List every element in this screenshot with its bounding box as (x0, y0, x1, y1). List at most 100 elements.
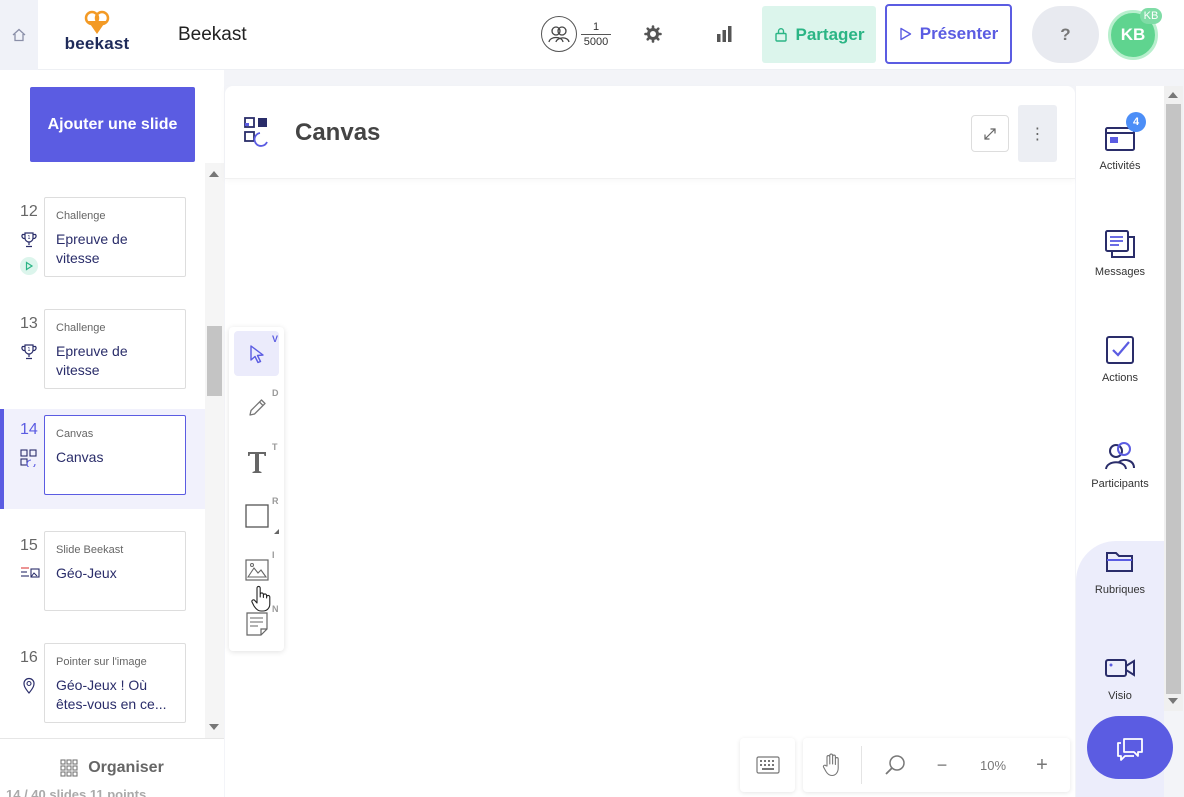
more-options-button[interactable]: ⋮ (1018, 105, 1057, 162)
slides-panel: Ajouter une slide 12 1 Challenge Epreuve… (0, 70, 224, 797)
logo-mark-icon (84, 10, 110, 34)
slide-item-15[interactable]: 15 Slide Beekast Géo-Jeux (0, 531, 205, 631)
chat-button[interactable] (1087, 716, 1173, 779)
statistics-icon[interactable] (714, 24, 734, 44)
slides-list: 12 1 Challenge Epreuve de vitesse 13 1 C… (0, 163, 205, 738)
slide-number: 15 (20, 537, 38, 554)
zoom-controls: − 10% + (803, 738, 1070, 792)
slide-item-14[interactable]: 14 Canvas Canvas (0, 409, 205, 509)
tool-shortcut: D (272, 388, 279, 398)
participants-group-icon (1105, 442, 1135, 470)
slide-number: 12 (20, 203, 38, 220)
beekast-logo[interactable]: beekast (62, 10, 132, 58)
share-button[interactable]: Partager (762, 6, 876, 63)
scroll-up-arrow-icon[interactable] (1168, 92, 1178, 98)
text-tool[interactable]: T (234, 439, 279, 484)
sidebar-item-activites[interactable]: 4 Activités (1076, 112, 1164, 172)
slide-name: Géo-Jeux ! Où êtes-vous en ce... (56, 677, 167, 712)
zoom-search-button[interactable] (875, 738, 915, 792)
slide-kind: Pointer sur l'image (56, 656, 147, 668)
slide-name: Epreuve de vitesse (56, 343, 128, 378)
slide-item-16[interactable]: 16 Pointer sur l'image Géo-Jeux ! Où ête… (0, 643, 205, 738)
slide-name: Canvas (56, 449, 104, 465)
slide-kind: Canvas (56, 428, 94, 440)
keyboard-icon (755, 756, 780, 774)
mouse-hand-cursor-icon (251, 585, 271, 612)
slide-item-13[interactable]: 13 1 Challenge Epreuve de vitesse (0, 309, 205, 409)
canvas-area[interactable]: Canvas ⋮ (225, 86, 1075, 797)
image-icon (244, 558, 269, 581)
scroll-up-arrow-icon[interactable] (209, 171, 219, 177)
home-button[interactable] (0, 0, 38, 70)
grid-icon (60, 759, 78, 777)
right-scrollbar[interactable] (1164, 86, 1183, 711)
zoom-in-button[interactable]: + (1027, 738, 1057, 792)
slide-item-12[interactable]: 12 1 Challenge Epreuve de vitesse (0, 197, 205, 297)
pencil-tool[interactable]: D (234, 385, 279, 430)
participants-counter[interactable]: 1 5000 (541, 16, 611, 52)
participants-max: 5000 (583, 35, 609, 48)
slide-number: 13 (20, 315, 38, 332)
slide-card[interactable]: Slide Beekast Géo-Jeux (44, 531, 186, 611)
fullscreen-button[interactable] (971, 115, 1009, 152)
sidebar-item-rubriques[interactable]: Rubriques (1076, 546, 1164, 596)
zoom-out-button[interactable]: − (927, 738, 957, 792)
help-button[interactable]: ? (1032, 6, 1099, 63)
pan-hand-button[interactable] (803, 738, 861, 792)
sidebar-item-visio[interactable]: Visio (1076, 652, 1164, 702)
canvas-type-icon (244, 117, 268, 147)
slide-card[interactable]: Challenge Epreuve de vitesse (44, 197, 186, 277)
magnifier-icon (885, 755, 905, 775)
scroll-thumb[interactable] (207, 326, 222, 396)
scroll-down-arrow-icon[interactable] (209, 724, 219, 730)
messages-icon (1105, 230, 1135, 258)
keyboard-shortcuts-button[interactable] (740, 738, 795, 792)
select-tool[interactable]: V (234, 331, 279, 376)
scroll-down-arrow-icon[interactable] (1168, 698, 1178, 704)
sidebar-item-actions[interactable]: Actions (1076, 334, 1164, 384)
chat-bubbles-icon (1117, 737, 1143, 761)
participants-current: 1 (581, 21, 611, 35)
top-bar: beekast Beekast 1 5000 Partager Présente… (0, 0, 1184, 70)
add-slide-button[interactable]: Ajouter une slide (30, 87, 195, 162)
slide-card[interactable]: Pointer sur l'image Géo-Jeux ! Où êtes-v… (44, 643, 186, 723)
svg-text:1: 1 (27, 347, 30, 353)
participants-icon (541, 16, 577, 52)
sidebar-label: Activités (1099, 160, 1141, 172)
tool-shortcut: V (272, 334, 279, 344)
slide-card[interactable]: Canvas Canvas (44, 415, 186, 495)
trophy-icon: 1 (21, 232, 37, 248)
settings-gear-icon[interactable] (643, 24, 663, 44)
tool-shortcut: T (272, 442, 278, 452)
share-label: Partager (795, 24, 865, 44)
sidebar-item-messages[interactable]: Messages (1076, 228, 1164, 278)
sidebar-label: Actions (1101, 372, 1139, 384)
rectangle-icon (244, 503, 269, 528)
logo-text: beekast (64, 34, 130, 53)
slide-kind: Challenge (56, 322, 106, 334)
sidebar-label: Messages (1094, 266, 1146, 278)
organise-label: Organiser (88, 759, 164, 776)
scroll-thumb[interactable] (1166, 104, 1181, 694)
sidebar-item-participants[interactable]: Participants (1076, 440, 1164, 490)
avatar-badge: KB (1140, 8, 1162, 24)
tool-shortcut: I (272, 550, 275, 560)
expand-icon (984, 127, 996, 140)
tool-shortcut: N (272, 604, 279, 614)
rectangle-tool[interactable]: R (234, 493, 279, 538)
hand-icon (822, 753, 839, 777)
video-camera-icon (1105, 659, 1135, 677)
note-icon (245, 611, 268, 636)
slide-number: 14 (20, 421, 38, 438)
play-icon (900, 27, 911, 41)
checkbox-icon (1106, 336, 1134, 364)
text-t-icon (247, 451, 266, 473)
folder-icon (1106, 552, 1133, 572)
activities-badge: 4 (1126, 112, 1146, 132)
slides-footer: 14 / 40 slides 11 points (6, 787, 147, 797)
slide-card[interactable]: Challenge Epreuve de vitesse (44, 309, 186, 389)
present-button[interactable]: Présenter (885, 4, 1012, 64)
slides-scrollbar[interactable] (205, 163, 224, 738)
submenu-corner-icon (274, 529, 279, 534)
sidebar-label: Participants (1091, 478, 1149, 490)
